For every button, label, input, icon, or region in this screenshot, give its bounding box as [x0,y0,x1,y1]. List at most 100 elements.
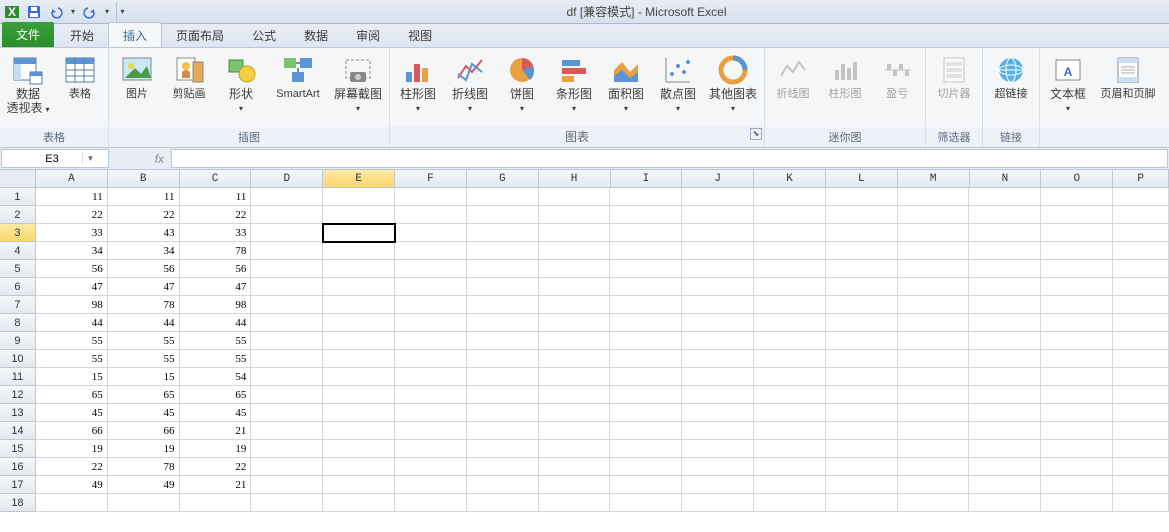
cell-I2[interactable] [610,206,682,224]
cell-M8[interactable] [898,314,970,332]
cell-G7[interactable] [467,296,539,314]
cell-C5[interactable]: 56 [180,260,252,278]
cell-C8[interactable]: 44 [180,314,252,332]
column-header-P[interactable]: P [1113,170,1169,188]
cell-O18[interactable] [1041,494,1113,512]
cell-H6[interactable] [539,278,611,296]
cell-H12[interactable] [539,386,611,404]
cell-F15[interactable] [395,440,467,458]
cell-P3[interactable] [1113,224,1169,242]
cell-D10[interactable] [251,350,323,368]
cell-M13[interactable] [898,404,970,422]
cell-A4[interactable]: 34 [36,242,108,260]
cell-P18[interactable] [1113,494,1169,512]
cell-G17[interactable] [467,476,539,494]
cell-D17[interactable] [251,476,323,494]
row-header-4[interactable]: 4 [0,242,36,260]
column-header-J[interactable]: J [682,170,754,188]
cell-P2[interactable] [1113,206,1169,224]
cell-A9[interactable]: 55 [36,332,108,350]
cell-D8[interactable] [251,314,323,332]
cell-L10[interactable] [826,350,898,368]
cell-D6[interactable] [251,278,323,296]
cell-N12[interactable] [969,386,1041,404]
cell-M11[interactable] [898,368,970,386]
cell-E5[interactable] [323,260,395,278]
cell-O9[interactable] [1041,332,1113,350]
cell-C10[interactable]: 55 [180,350,252,368]
column-header-D[interactable]: D [251,170,323,188]
cell-E10[interactable] [323,350,395,368]
cell-D5[interactable] [251,260,323,278]
cell-E17[interactable] [323,476,395,494]
cell-F17[interactable] [395,476,467,494]
cell-J2[interactable] [682,206,754,224]
cell-B7[interactable]: 78 [108,296,180,314]
cell-L15[interactable] [826,440,898,458]
cell-A5[interactable]: 56 [36,260,108,278]
cell-G4[interactable] [467,242,539,260]
tab-review[interactable]: 审阅 [342,23,394,47]
cell-O12[interactable] [1041,386,1113,404]
cell-I17[interactable] [610,476,682,494]
cell-E15[interactable] [323,440,395,458]
name-box-dropdown[interactable]: ▾ [82,153,98,164]
column-header-F[interactable]: F [395,170,467,188]
cell-D14[interactable] [251,422,323,440]
tab-formulas[interactable]: 公式 [238,23,290,47]
row-header-1[interactable]: 1 [0,188,36,206]
cell-G6[interactable] [467,278,539,296]
column-header-K[interactable]: K [754,170,826,188]
pivot-table-button[interactable]: 数据 透视表 ▾ [6,50,50,116]
tab-page-layout[interactable]: 页面布局 [162,23,238,47]
cell-J12[interactable] [682,386,754,404]
row-header-2[interactable]: 2 [0,206,36,224]
cell-A16[interactable]: 22 [36,458,108,476]
cell-N3[interactable] [969,224,1041,242]
row-header-12[interactable]: 12 [0,386,36,404]
cell-K6[interactable] [754,278,826,296]
cell-O5[interactable] [1041,260,1113,278]
cell-M1[interactable] [898,188,970,206]
header-footer-button[interactable]: 页眉和页脚 [1098,50,1158,101]
cell-H8[interactable] [539,314,611,332]
area-chart-button[interactable]: 面积图▾ [604,50,648,115]
cell-M7[interactable] [898,296,970,314]
tab-view[interactable]: 视图 [394,23,446,47]
undo-dropdown[interactable]: ▾ [68,2,78,22]
cell-K1[interactable] [754,188,826,206]
cell-M12[interactable] [898,386,970,404]
cell-M5[interactable] [898,260,970,278]
cell-D16[interactable] [251,458,323,476]
cell-L14[interactable] [826,422,898,440]
cell-O15[interactable] [1041,440,1113,458]
column-header-C[interactable]: C [180,170,252,188]
select-all-corner[interactable] [0,170,36,188]
cell-B12[interactable]: 65 [108,386,180,404]
cell-G2[interactable] [467,206,539,224]
cell-F10[interactable] [395,350,467,368]
cell-O17[interactable] [1041,476,1113,494]
line-chart-button[interactable]: 折线图▾ [448,50,492,115]
cell-A2[interactable]: 22 [36,206,108,224]
cell-L18[interactable] [826,494,898,512]
cell-B17[interactable]: 49 [108,476,180,494]
cell-P15[interactable] [1113,440,1169,458]
row-header-10[interactable]: 10 [0,350,36,368]
cell-H9[interactable] [539,332,611,350]
cell-B15[interactable]: 19 [108,440,180,458]
sparkline-line-button[interactable]: 折线图 [771,50,815,101]
cell-M10[interactable] [898,350,970,368]
cell-J17[interactable] [682,476,754,494]
cell-J8[interactable] [682,314,754,332]
column-header-A[interactable]: A [36,170,108,188]
cell-O6[interactable] [1041,278,1113,296]
cell-E16[interactable] [323,458,395,476]
cell-O4[interactable] [1041,242,1113,260]
cell-H16[interactable] [539,458,611,476]
cell-B1[interactable]: 11 [108,188,180,206]
cell-E8[interactable] [323,314,395,332]
row-header-9[interactable]: 9 [0,332,36,350]
cell-G9[interactable] [467,332,539,350]
cell-D18[interactable] [251,494,323,512]
